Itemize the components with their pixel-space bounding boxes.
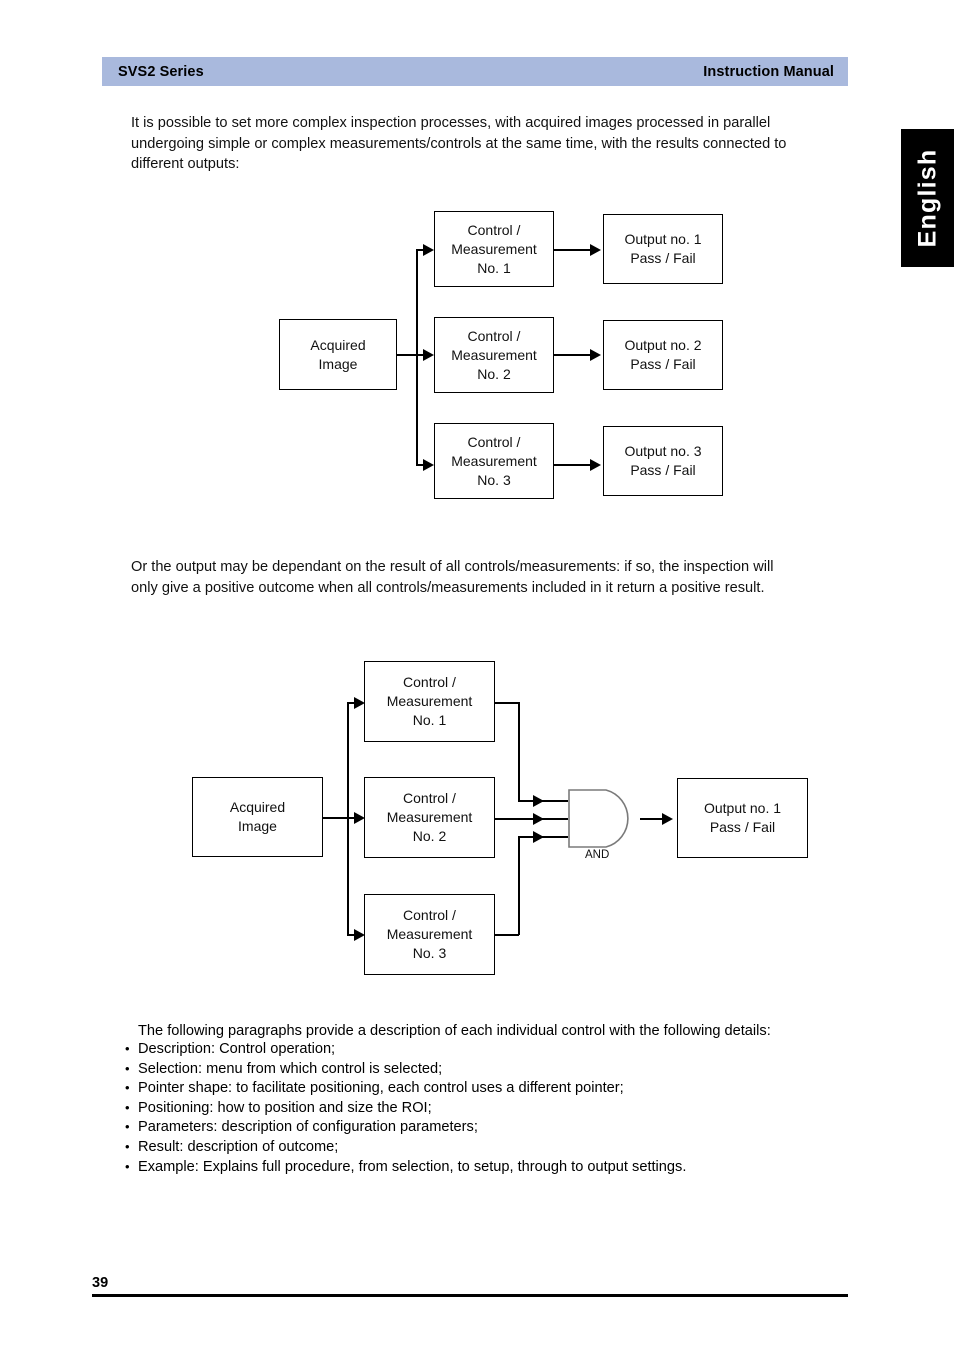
diagram2-control-1-line-1: Control /: [403, 674, 456, 690]
and-gate-shape: [568, 789, 629, 848]
diagram2-output-line-2: Pass / Fail: [709, 819, 776, 835]
diagram1-output-3-line-1: Output no. 3: [624, 443, 702, 459]
and-logic-paragraph-line-2: only give a positive outcome when all co…: [131, 579, 765, 596]
diagram1-control-1-line-1: Control /: [467, 221, 521, 238]
diagram1-control-3-line-2: Measurement: [451, 452, 537, 469]
diagram2-arrow-gate-input-2: [533, 813, 544, 825]
intro-paragraph-line-1: It is possible to set more complex inspe…: [131, 115, 771, 131]
intro-paragraph-line-2: undergoing simple or complex measurement…: [131, 135, 787, 152]
list-item: Description: Control operation;: [124, 1039, 884, 1060]
diagram1-control-2-line-3: No. 2: [477, 365, 511, 382]
diagram1-arrow-to-control-1: [423, 244, 434, 256]
diagram2-control-2-line-1: Control /: [403, 790, 456, 806]
and-gate-label: AND: [585, 849, 610, 861]
diagram2-control-3-line-2: Measurement: [386, 926, 473, 942]
list-item: Example: Explains full procedure, from s…: [124, 1157, 884, 1178]
diagram1-control-1-line-2: Measurement: [451, 240, 537, 257]
diagram1-acquired-image-node: Acquired Image: [279, 319, 397, 390]
diagram2-control3-out-v: [518, 836, 520, 935]
header-right-title: Instruction Manual: [703, 63, 834, 80]
diagram1-control-2-line-1: Control /: [467, 327, 521, 344]
diagram2-control-3-line-3: No. 3: [412, 945, 447, 961]
list-item: Positioning: how to position and size th…: [124, 1098, 884, 1119]
diagram2-arrow-gate-input-1: [533, 795, 544, 807]
diagram1-control-node-2: Control / Measurement No. 2: [434, 317, 554, 393]
diagram2-control-3-line-1: Control /: [403, 907, 456, 923]
diagram1-output-node-3: Output no. 3 Pass / Fail: [603, 426, 723, 496]
diagram1-acquired-image-line-1: Acquired: [310, 336, 366, 353]
diagram2-output-line-1: Output no. 1: [703, 800, 782, 816]
page-number: 39: [92, 1275, 109, 1291]
diagram1-arrow-to-output-3: [590, 459, 601, 471]
diagram1-output-3-line-2: Pass / Fail: [630, 462, 696, 478]
intro-paragraph: It is possible to set more complex inspe…: [131, 113, 867, 175]
diagram1-arrow-to-control-3: [423, 459, 434, 471]
diagram2-control1-out-v: [518, 702, 520, 801]
list-item: Result: description of outcome;: [124, 1137, 884, 1158]
diagram2-output-node: Output no. 1 Pass / Fail: [677, 778, 808, 858]
diagram2-gate-input-2-h: [495, 818, 568, 820]
diagram1-control-node-3: Control / Measurement No. 3: [434, 423, 554, 499]
diagram2-control-1-line-3: No. 1: [412, 712, 447, 728]
header-left-title: SVS2 Series: [118, 63, 204, 80]
diagram2-control-node-3: Control / Measurement No. 3: [364, 894, 495, 975]
diagram1-output-1-line-1: Output no. 1: [624, 231, 702, 247]
diagram2-control-2-line-2: Measurement: [386, 809, 473, 825]
list-item: Selection: menu from which control is se…: [124, 1059, 884, 1080]
diagram2-control-node-2: Control / Measurement No. 2: [364, 777, 495, 858]
diagram2-acquired-image-line-1: Acquired: [229, 799, 286, 815]
page-header-bar: SVS2 Series Instruction Manual: [102, 57, 848, 86]
footer-divider: [92, 1294, 848, 1297]
diagram1-output-1-line-2: Pass / Fail: [630, 250, 696, 266]
and-gate: [566, 788, 642, 849]
diagram1-control-node-1: Control / Measurement No. 1: [434, 211, 554, 287]
diagram2-acquired-image-line-2: Image: [238, 818, 277, 834]
diagram2-control3-out-h: [495, 934, 519, 936]
diagram1-output-2-line-2: Pass / Fail: [630, 356, 696, 372]
diagram1-control-1-line-3: No. 1: [477, 259, 511, 276]
and-logic-paragraph-line-1: Or the output may be dependant on the re…: [131, 559, 774, 575]
diagram1-control-3-line-3: No. 3: [477, 471, 511, 488]
language-tab-label: English: [913, 148, 941, 248]
diagram2-acquired-image-node: Acquired Image: [192, 777, 323, 857]
diagram2-control-2-line-3: No. 2: [412, 828, 447, 844]
diagram1-connector-2: [554, 354, 592, 356]
details-bullet-list: Description: Control operation; Selectio…: [124, 1039, 884, 1178]
diagram1-connector-3: [554, 464, 592, 466]
details-intro-text: The following paragraphs provide a descr…: [138, 1023, 771, 1039]
diagram1-arrow-to-control-2: [423, 349, 434, 361]
diagram1-acquired-image-line-2: Image: [318, 355, 358, 372]
list-item: Parameters: description of configuration…: [124, 1117, 884, 1138]
diagram2-source-stub: [323, 817, 348, 819]
diagram2-arrow-to-output: [662, 813, 673, 825]
diagram1-output-node-2: Output no. 2 Pass / Fail: [603, 320, 723, 390]
diagram2-control-1-line-2: Measurement: [386, 693, 473, 709]
diagram2-control1-out-h: [495, 702, 519, 704]
and-logic-paragraph: Or the output may be dependant on the re…: [131, 557, 867, 598]
diagram1-output-2-line-1: Output no. 2: [624, 337, 702, 353]
diagram1-output-node-1: Output no. 1 Pass / Fail: [603, 214, 723, 284]
diagram2-arrow-gate-input-3: [533, 831, 544, 843]
diagram1-connector-1: [554, 249, 592, 251]
diagram1-branch-bus: [416, 249, 418, 465]
diagram1-source-stub: [397, 354, 417, 356]
diagram1-control-2-line-2: Measurement: [451, 346, 537, 363]
diagram1-control-3-line-1: Control /: [467, 433, 521, 450]
diagram2-control-node-1: Control / Measurement No. 1: [364, 661, 495, 742]
intro-paragraph-line-3: different outputs:: [131, 156, 240, 172]
language-tab: English: [901, 129, 954, 267]
list-item: Pointer shape: to facilitate positioning…: [124, 1078, 884, 1099]
diagram1-arrow-to-output-2: [590, 349, 601, 361]
diagram1-arrow-to-output-1: [590, 244, 601, 256]
